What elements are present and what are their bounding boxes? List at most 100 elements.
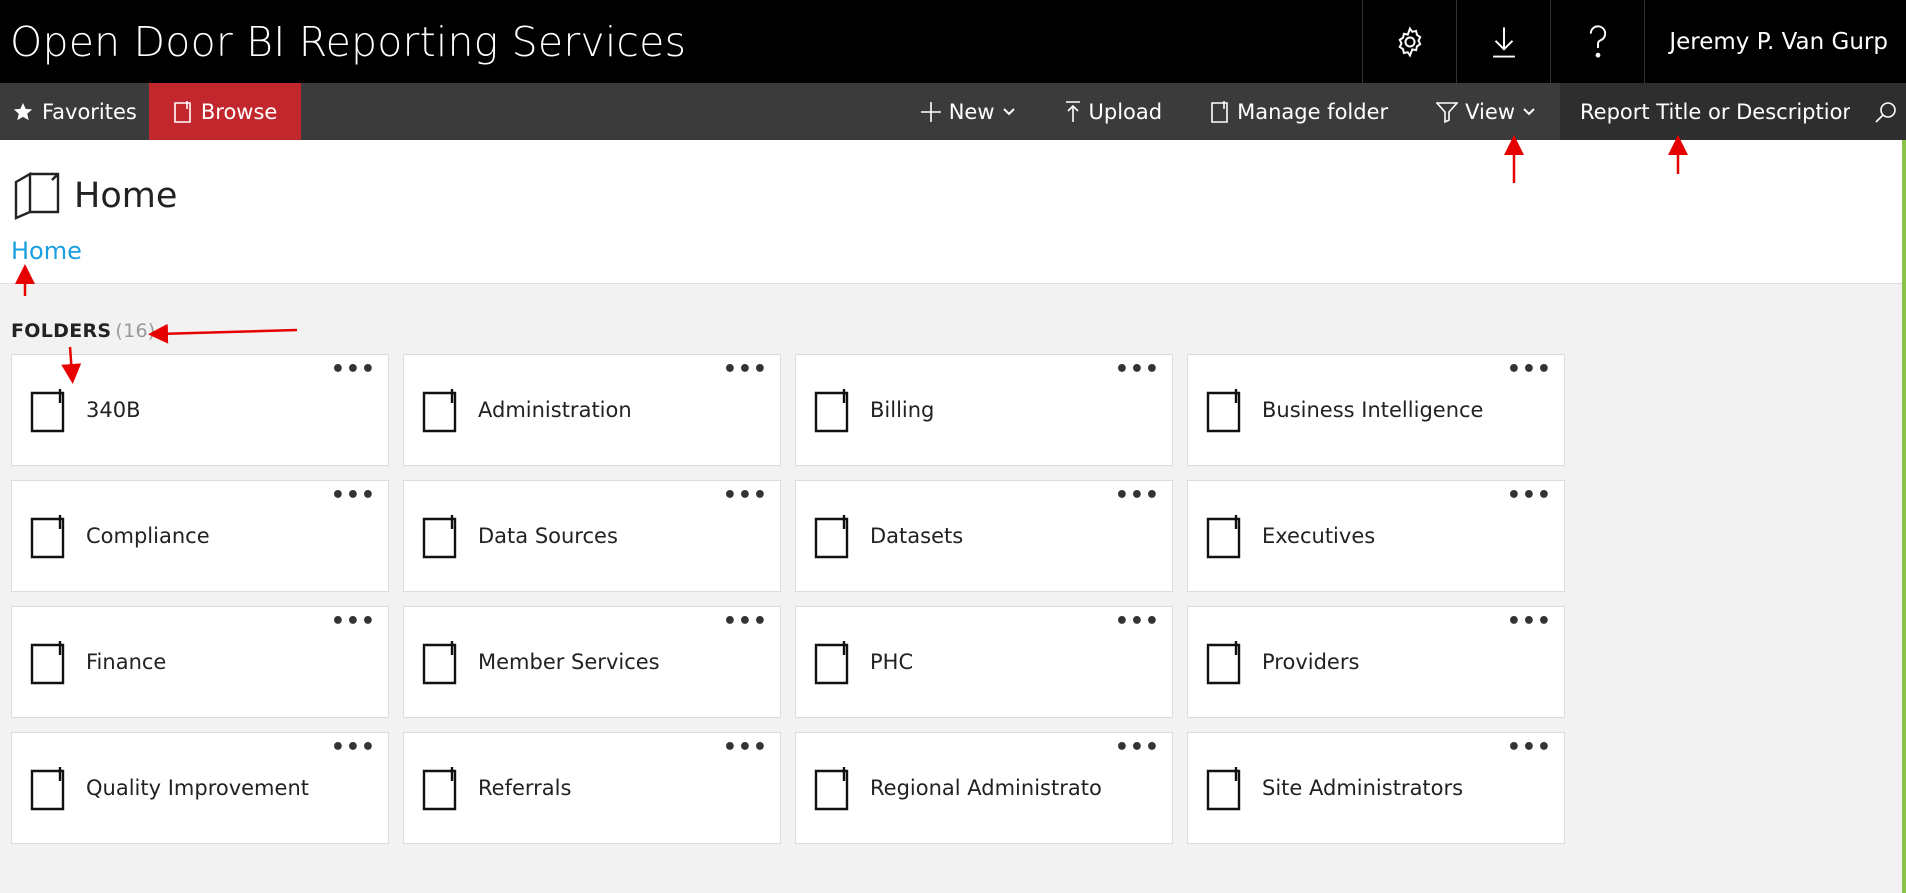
gear-icon	[1398, 25, 1422, 58]
folders-count: (16)	[115, 320, 156, 342]
folder-tile[interactable]: Site Administrators •••	[1187, 732, 1565, 844]
folder-tile[interactable]: Finance •••	[11, 606, 389, 718]
chevron-down-icon	[1002, 107, 1015, 115]
folder-label: Business Intelligence	[1262, 398, 1484, 422]
favorites-button[interactable]: Favorites	[0, 83, 149, 140]
more-options-icon[interactable]: •••	[1115, 483, 1160, 508]
settings-button[interactable]	[1362, 0, 1456, 83]
folder-icon	[1206, 389, 1241, 433]
toolbar: Favorites Browse New Upload Manage folde…	[0, 83, 1906, 140]
folder-tile[interactable]: Data Sources •••	[403, 480, 781, 592]
upload-button[interactable]: Upload	[1040, 83, 1187, 140]
filter-icon	[1436, 101, 1459, 123]
folder-tile[interactable]: Administration •••	[403, 354, 781, 466]
breadcrumb-home[interactable]: Home	[11, 237, 82, 265]
favorites-label: Favorites	[42, 99, 137, 124]
folder-label: Quality Improvement	[86, 776, 309, 800]
upload-icon	[1065, 100, 1080, 122]
more-options-icon[interactable]: •••	[1115, 735, 1160, 760]
folder-label: Regional Administrators	[870, 776, 1102, 800]
more-options-icon[interactable]: •••	[723, 609, 768, 634]
folder-tile[interactable]: Billing •••	[795, 354, 1173, 466]
folder-label: Administration	[478, 398, 632, 422]
folder-icon	[814, 767, 849, 811]
folder-label: Data Sources	[478, 524, 618, 548]
folder-icon	[814, 515, 849, 559]
search-input[interactable]	[1580, 99, 1850, 124]
more-options-icon[interactable]: •••	[1115, 609, 1160, 634]
search-box	[1560, 83, 1906, 140]
page-header: Home Home	[0, 140, 1902, 284]
browse-label: Browse	[200, 99, 278, 124]
folder-label: Compliance	[86, 524, 210, 548]
folder-tile[interactable]: Member Services •••	[403, 606, 781, 718]
star-icon	[13, 102, 33, 120]
folder-tile[interactable]: Compliance •••	[11, 480, 389, 592]
folder-icon	[814, 389, 849, 433]
user-menu[interactable]: Jeremy P. Van Gurp	[1644, 0, 1906, 83]
folder-icon	[422, 515, 457, 559]
folder-tile[interactable]: Executives •••	[1187, 480, 1565, 592]
download-button[interactable]	[1456, 0, 1550, 83]
new-label: New	[948, 99, 995, 124]
view-button[interactable]: View	[1412, 83, 1560, 140]
help-button[interactable]	[1550, 0, 1644, 83]
folder-icon	[1206, 515, 1241, 559]
folder-icon	[30, 515, 65, 559]
folder-icon	[174, 100, 191, 123]
upload-label: Upload	[1088, 99, 1163, 124]
folder-icon	[30, 389, 65, 433]
folders-heading-label: FOLDERS	[11, 320, 112, 342]
more-options-icon[interactable]: •••	[331, 735, 376, 760]
more-options-icon[interactable]: •••	[723, 357, 768, 382]
folder-tile[interactable]: Quality Improvement •••	[11, 732, 389, 844]
folder-tile[interactable]: 340B •••	[11, 354, 389, 466]
view-label: View	[1465, 99, 1515, 124]
more-options-icon[interactable]: •••	[723, 735, 768, 760]
more-options-icon[interactable]: •••	[1507, 609, 1552, 634]
folder-icon	[814, 641, 849, 685]
home-map-icon	[14, 171, 60, 220]
chevron-down-icon	[1523, 107, 1535, 115]
folder-label: Finance	[86, 650, 167, 674]
folder-icon	[30, 767, 65, 811]
folder-icon	[30, 641, 65, 685]
more-options-icon[interactable]: •••	[1507, 357, 1552, 382]
more-options-icon[interactable]: •••	[331, 609, 376, 634]
manage-folder-button[interactable]: Manage folder	[1186, 83, 1412, 140]
folder-icon	[1206, 767, 1241, 811]
folder-label: Referrals	[478, 776, 572, 800]
search-icon[interactable]	[1874, 100, 1898, 124]
folder-label: PHC	[870, 650, 914, 674]
folder-icon	[1211, 100, 1228, 123]
top-bar: Open Door BI Reporting Services Jeremy P…	[0, 0, 1906, 83]
folder-label: Site Administrators	[1262, 776, 1464, 800]
plus-icon	[920, 101, 941, 122]
page-title-row: Home	[12, 170, 177, 222]
page-title: Home	[74, 176, 178, 216]
more-options-icon[interactable]: •••	[1115, 357, 1160, 382]
more-options-icon[interactable]: •••	[1507, 735, 1552, 760]
more-options-icon[interactable]: •••	[331, 483, 376, 508]
folders-heading: FOLDERS (16)	[11, 320, 156, 342]
annotation-arrow	[148, 323, 298, 344]
folder-icon	[422, 767, 457, 811]
folder-tile[interactable]: PHC •••	[795, 606, 1173, 718]
more-options-icon[interactable]: •••	[1507, 483, 1552, 508]
folder-icon	[422, 641, 457, 685]
folder-label: Executives	[1262, 524, 1376, 548]
folder-tile[interactable]: Referrals •••	[403, 732, 781, 844]
help-icon	[1589, 24, 1606, 58]
browse-button[interactable]: Browse	[148, 83, 302, 140]
download-icon	[1492, 26, 1515, 58]
folder-tile[interactable]: Datasets •••	[795, 480, 1173, 592]
folder-tile[interactable]: Regional Administrators •••	[795, 732, 1173, 844]
folder-label: Datasets	[870, 524, 964, 548]
folder-tile[interactable]: Providers •••	[1187, 606, 1565, 718]
top-actions: Jeremy P. Van Gurp	[1362, 0, 1906, 83]
more-options-icon[interactable]: •••	[723, 483, 768, 508]
new-button[interactable]: New	[896, 83, 1040, 140]
more-options-icon[interactable]: •••	[331, 357, 376, 382]
folder-tile[interactable]: Business Intelligence •••	[1187, 354, 1565, 466]
folders-grid: 340B ••• Administration ••• Billing ••• Busine…	[11, 354, 1565, 844]
